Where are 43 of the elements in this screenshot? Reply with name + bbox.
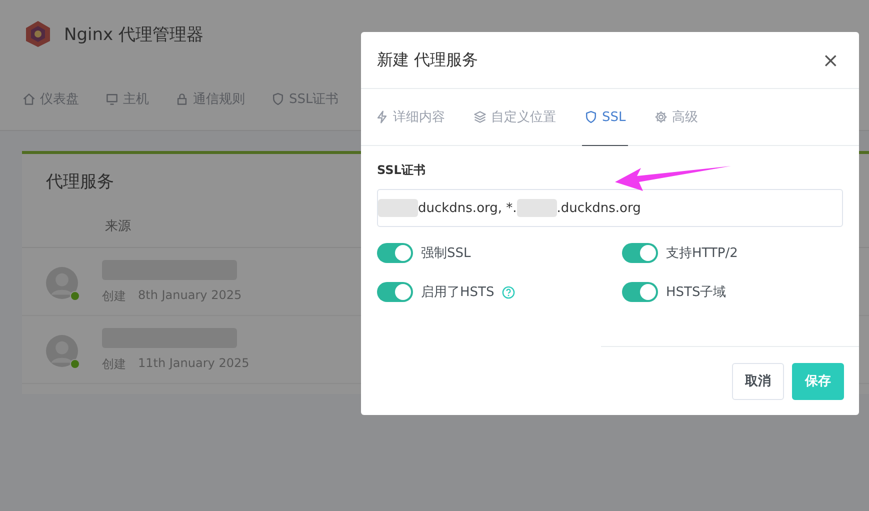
status-dot xyxy=(70,290,80,300)
bolt-icon xyxy=(375,110,389,124)
help-icon[interactable] xyxy=(502,286,516,298)
status-dot xyxy=(70,358,80,368)
toggle-switch[interactable] xyxy=(377,282,413,302)
gear-icon xyxy=(654,110,668,124)
shield-icon xyxy=(271,92,285,106)
shield-icon xyxy=(584,110,598,124)
nav-link[interactable]: 主机 xyxy=(105,90,149,108)
app-title: Nginx 代理管理器 xyxy=(64,24,204,46)
certificate-field[interactable]: duckdns.org, *. .duckdns.org xyxy=(377,189,843,227)
hexagon-logo-icon xyxy=(24,20,52,48)
column-header: 来源 xyxy=(105,219,131,234)
avatar-icon xyxy=(46,334,78,366)
cancel-button[interactable]: 取消 xyxy=(732,362,784,400)
toggle-label: 启用了HSTS xyxy=(421,284,494,301)
created-date: 11th January 2025 xyxy=(138,356,250,372)
nav-link[interactable]: 通信规则 xyxy=(175,90,245,108)
lock-icon xyxy=(175,92,189,106)
close-button[interactable]: × xyxy=(818,48,843,72)
save-button[interactable]: 保存 xyxy=(792,362,844,400)
toggle-label: 支持HTTP/2 xyxy=(666,245,738,262)
toggle-label: HSTS子域 xyxy=(666,284,726,301)
toggle-switch[interactable] xyxy=(377,243,413,263)
tab[interactable]: SSL xyxy=(582,89,628,146)
field-label: SSL证书 xyxy=(377,162,426,179)
toggle-switch[interactable] xyxy=(622,282,658,302)
meta-label: 创建 xyxy=(102,356,126,373)
monitor-icon xyxy=(105,92,119,106)
card-title: 代理服务 xyxy=(46,171,114,193)
toggle-switch[interactable] xyxy=(622,243,658,263)
meta-label: 创建 xyxy=(102,288,126,305)
avatar-icon xyxy=(46,266,78,298)
tab[interactable]: 详细内容 xyxy=(373,89,447,146)
modal-title: 新建 代理服务 xyxy=(377,50,478,70)
tab[interactable]: 高级 xyxy=(652,89,700,146)
created-date: 8th January 2025 xyxy=(138,288,242,304)
layers-icon xyxy=(473,110,487,124)
tab[interactable]: 自定义位置 xyxy=(471,89,558,146)
nav-link[interactable]: SSL证书 xyxy=(271,90,339,108)
toggle-label: 强制SSL xyxy=(421,245,471,262)
home-icon xyxy=(22,92,36,106)
nav-link[interactable]: 仪表盘 xyxy=(22,90,79,108)
